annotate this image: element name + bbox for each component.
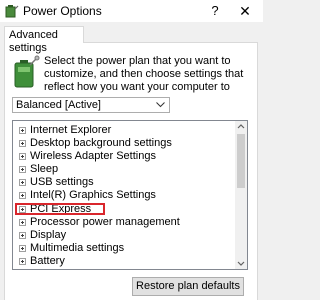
tree-scrollbar[interactable] [235, 121, 247, 269]
chevron-down-icon [156, 102, 165, 108]
expand-icon[interactable] [19, 127, 26, 134]
battery-plan-icon [14, 55, 40, 88]
scroll-up-icon[interactable] [235, 121, 247, 132]
tab-advanced-settings[interactable]: Advanced settings [4, 26, 84, 54]
expand-icon[interactable] [19, 219, 26, 226]
scroll-down-icon[interactable] [235, 258, 247, 269]
expand-icon[interactable] [19, 192, 26, 199]
expand-icon[interactable] [19, 153, 26, 160]
scroll-thumb[interactable] [237, 134, 245, 188]
expand-icon[interactable] [19, 232, 26, 239]
power-options-icon [5, 5, 19, 18]
pci-express-highlight-box [15, 203, 105, 215]
title-bar: Power Options ? ✕ [0, 0, 263, 22]
window-title: Power Options [23, 4, 102, 18]
restore-plan-defaults-button[interactable]: Restore plan defaults [132, 277, 244, 296]
settings-tree: Internet Explorer Desktop background set… [12, 120, 248, 270]
expand-icon[interactable] [19, 258, 26, 265]
help-button[interactable]: ? [204, 0, 226, 22]
expand-icon[interactable] [19, 179, 26, 186]
expand-icon[interactable] [19, 166, 26, 173]
power-plan-value: Balanced [Active] [16, 99, 101, 111]
expand-icon[interactable] [19, 140, 26, 147]
power-plan-dropdown[interactable]: Balanced [Active] [12, 97, 170, 113]
close-button[interactable]: ✕ [232, 0, 258, 22]
expand-icon[interactable] [19, 245, 26, 252]
tab-label: Advanced settings [9, 29, 58, 54]
